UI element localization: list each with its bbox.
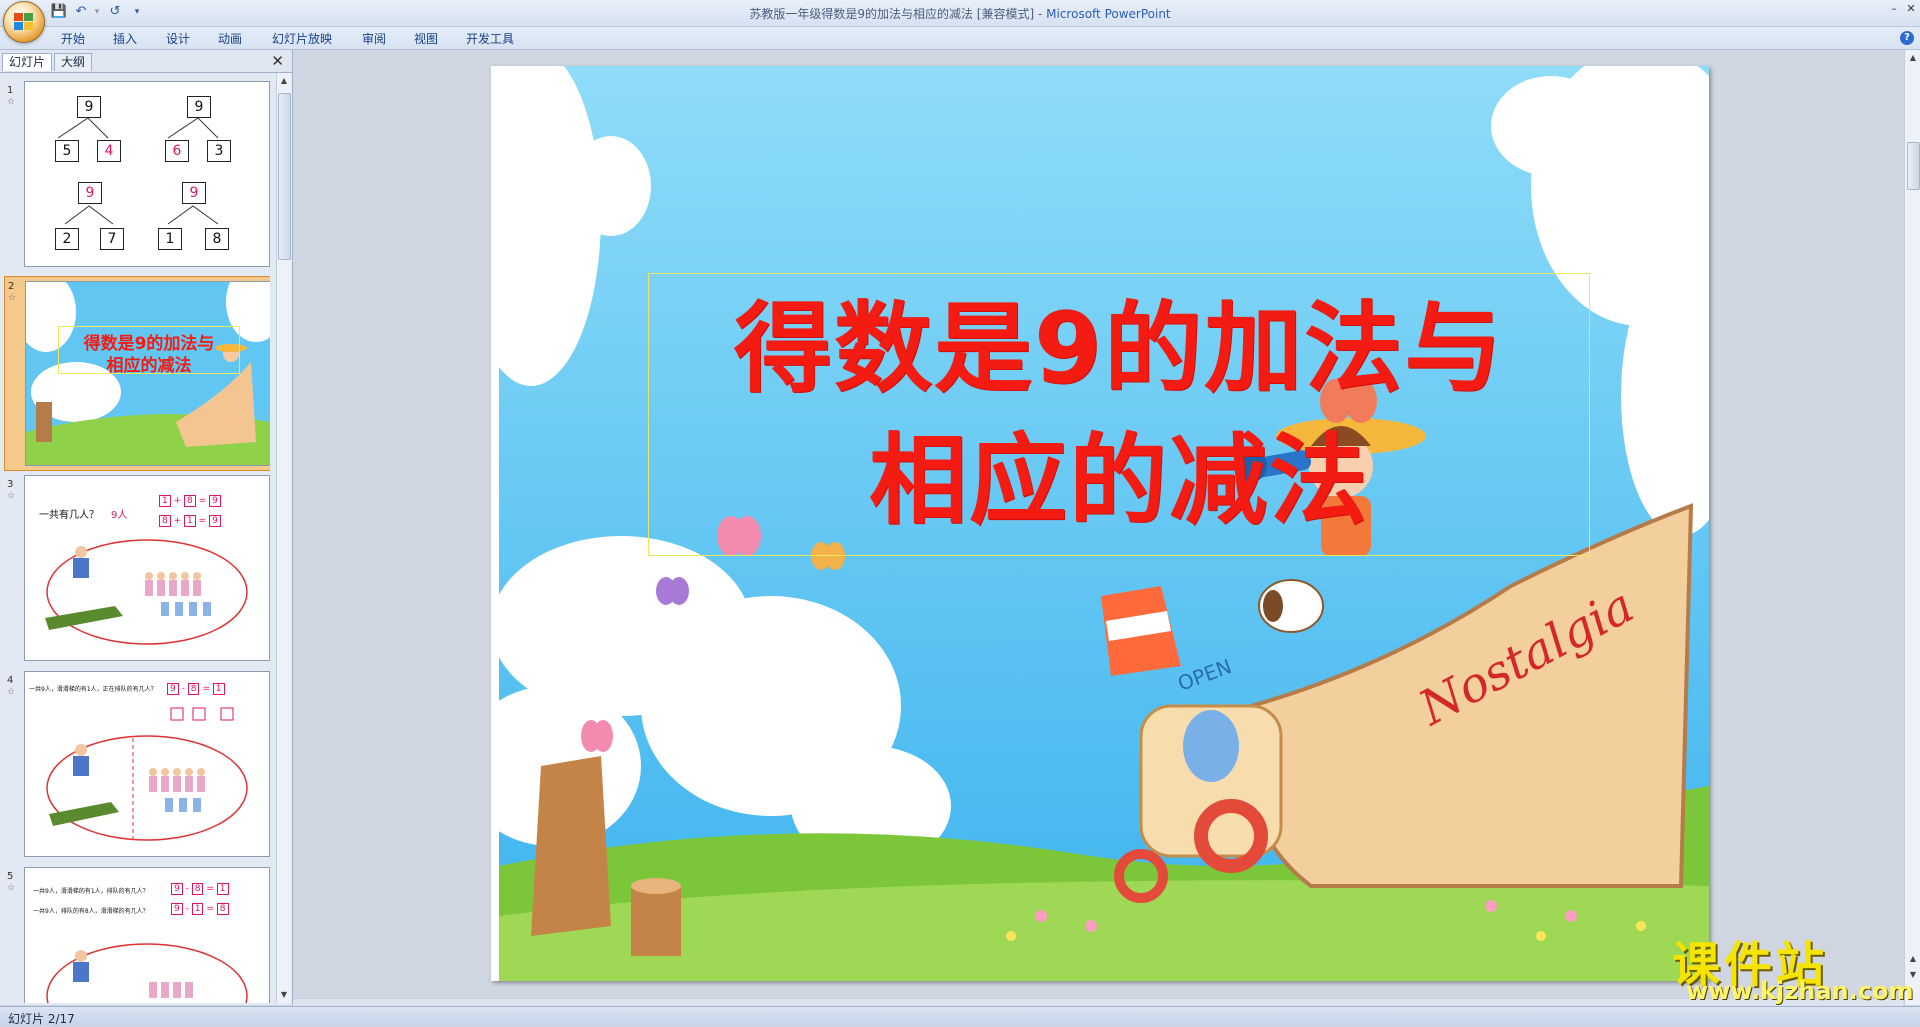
scroll-up-icon[interactable]: ▲ (278, 75, 290, 87)
transition-star-icon: ☆ (7, 97, 16, 107)
bond-top: 9 (187, 96, 211, 118)
help-icon[interactable]: ? (1900, 31, 1914, 45)
slide-thumbnail-1[interactable]: 1 ☆ 9 5 4 9 6 3 9 2 7 9 1 8 (4, 81, 270, 273)
tab-view[interactable]: 视图 (414, 30, 438, 47)
window-title: 苏教版一年级得数是9的加法与相应的减法 [兼容模式] - Microsoft P… (0, 5, 1920, 22)
previous-slide-icon[interactable]: ▲ (1907, 953, 1919, 965)
scroll-up-icon[interactable]: ▲ (1907, 52, 1919, 64)
scrollbar-thumb[interactable] (278, 93, 291, 260)
bond-right: 4 (97, 140, 121, 162)
bond-right: 3 (207, 140, 231, 162)
tab-insert[interactable]: 插入 (113, 30, 137, 47)
slides-panel: 幻灯片 大纲 ✕ 1 ☆ 9 5 4 9 6 3 9 2 7 9 1 8 2 ☆… (0, 50, 293, 1005)
playground-illustration (46, 943, 248, 1003)
document-title: 苏教版一年级得数是9的加法与相应的减法 [兼容模式] - (749, 7, 1047, 21)
slide-canvas: Nostalgia OPEN 得数是9的加法与 相应的减法 (293, 50, 1903, 1005)
playground-illustration (46, 707, 248, 841)
slide-thumbnail-4[interactable]: 4 ☆ 一共9人，滑滑梯的有1人，正在排队的有几人？ 9 - 8 = 1 (4, 671, 270, 863)
slide-scrollbar[interactable]: ▲ ▲ ▼ (1904, 50, 1920, 1005)
office-logo-icon (14, 13, 33, 30)
panel-tabs: 幻灯片 大纲 ✕ (0, 50, 292, 73)
tab-slideshow[interactable]: 幻灯片放映 (272, 30, 332, 47)
app-name: Microsoft PowerPoint (1046, 7, 1171, 21)
slide-number: 5 (7, 871, 14, 882)
playground-illustration (45, 539, 248, 645)
tab-review[interactable]: 审阅 (362, 30, 386, 47)
status-bar: 幻灯片 2/17 (0, 1006, 1920, 1026)
bond-left: 6 (165, 140, 189, 162)
transition-star-icon: ☆ (7, 883, 16, 893)
tab-design[interactable]: 设计 (166, 30, 190, 47)
thumbnail-image: 一共9人，滑滑梯的有1人，排队的有几人？ 一共9人，排队的有8人，滑滑梯的有几人… (24, 867, 270, 1003)
slide-number: 4 (7, 675, 14, 686)
transition-star-icon: ☆ (7, 491, 16, 501)
minimize-icon[interactable]: – (1886, 2, 1902, 16)
slide-thumbnail-3[interactable]: 3 ☆ 一共有几人？ 9人 1 + 8 = 9 8 + 1 = 9 (4, 475, 270, 667)
bond-right: 7 (100, 228, 124, 250)
bond-left: 2 (55, 228, 79, 250)
slide-thumbnail-5[interactable]: 5 ☆ 一共9人，滑滑梯的有1人，排队的有几人？ 一共9人，排队的有8人，滑滑梯… (4, 867, 270, 1003)
ribbon-tabs: 开始 插入 设计 动画 幻灯片放映 审阅 视图 开发工具 ? (0, 27, 1920, 50)
bond-right: 8 (205, 228, 229, 250)
tab-animations[interactable]: 动画 (218, 30, 242, 47)
thumbnail-image: 一共有几人？ 9人 1 + 8 = 9 8 + 1 = 9 (24, 475, 270, 661)
thumbnail-image: 9 5 4 9 6 3 9 2 7 9 1 8 (24, 81, 270, 267)
thumbnail-image: 得数是9的加法与 相应的减法 (25, 281, 270, 466)
slide-title-line1: 得数是9的加法与 (733, 292, 1505, 406)
slide-number: 3 (7, 479, 14, 490)
slide-indicator: 幻灯片 2/17 (8, 1012, 75, 1026)
watermark-url: www.kjzhan.com (1686, 977, 1914, 1005)
slide-number: 1 (7, 85, 14, 96)
bond-top: 9 (78, 182, 102, 204)
thumbnail-image: 一共9人，滑滑梯的有1人，正在排队的有几人？ 9 - 8 = 1 (24, 671, 270, 857)
thumbnail-scrollbar[interactable]: ▲ ▼ (276, 73, 291, 1003)
transition-star-icon: ☆ (7, 687, 16, 697)
thumbnail-title-line2: 相应的减法 (106, 356, 192, 376)
current-slide[interactable]: Nostalgia OPEN 得数是9的加法与 相应的减法 (491, 66, 1709, 981)
bond-left: 1 (158, 228, 182, 250)
scroll-down-icon[interactable]: ▼ (278, 989, 290, 1001)
tab-developer[interactable]: 开发工具 (466, 30, 514, 47)
slide-thumbnail-2[interactable]: 2 ☆ 得数是9的加法与 相应的减法 (4, 276, 270, 471)
close-icon[interactable]: ✕ (1903, 2, 1919, 16)
tab-slides[interactable]: 幻灯片 (2, 53, 53, 71)
tab-home[interactable]: 开始 (61, 30, 85, 47)
title-bar: 💾 ↶ ▾ ↺ ▾ 苏教版一年级得数是9的加法与相应的减法 [兼容模式] - M… (0, 0, 1920, 27)
transition-star-icon: ☆ (8, 293, 17, 303)
bond-left: 5 (55, 140, 79, 162)
scrollbar-thumb[interactable] (1907, 142, 1920, 190)
title-placeholder[interactable]: 得数是9的加法与 相应的减法 (648, 273, 1590, 556)
close-panel-icon[interactable]: ✕ (271, 52, 284, 70)
office-button[interactable] (3, 1, 45, 43)
bond-top: 9 (182, 182, 206, 204)
bond-top: 9 (77, 96, 101, 118)
thumbnail-list: 1 ☆ 9 5 4 9 6 3 9 2 7 9 1 8 2 ☆ 得数是9的加法与… (0, 73, 270, 1003)
thumbnail-title-box: 得数是9的加法与 相应的减法 (58, 326, 240, 376)
tab-outline[interactable]: 大纲 (54, 53, 93, 71)
slide-title-line2: 相应的减法 (868, 424, 1369, 538)
watermark: 课件站 www.kjzhan.com (1668, 925, 1913, 1005)
slide-number: 2 (8, 281, 15, 292)
